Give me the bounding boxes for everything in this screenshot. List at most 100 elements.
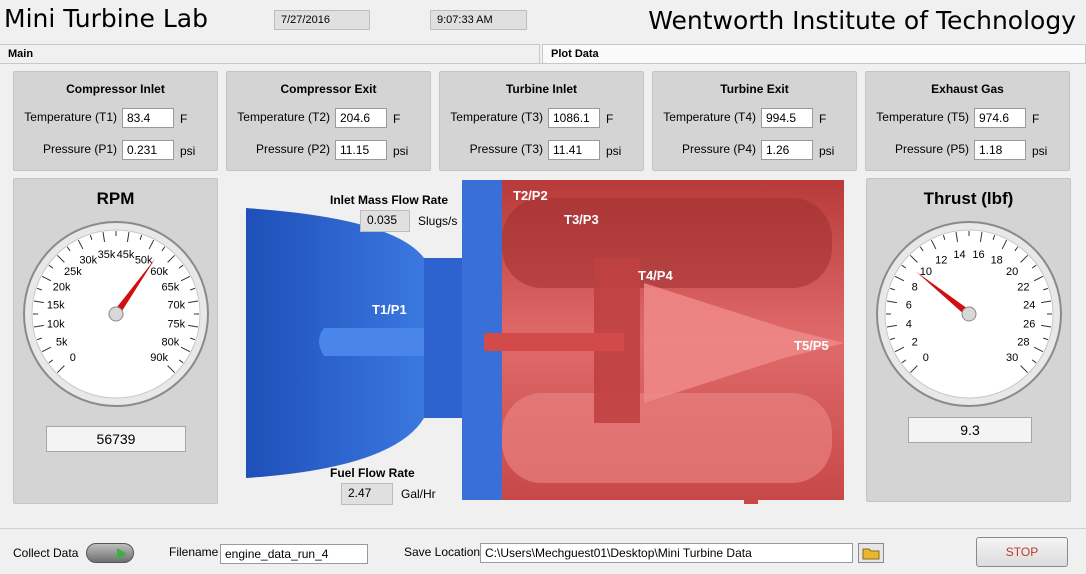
thrust-gauge: 024681012 14 16 18202224262830: [876, 221, 1062, 407]
rpm-tick-label: 75k: [167, 319, 185, 331]
rpm-tick-label: 65k: [161, 281, 179, 293]
thrust-tick-label: 14: [953, 249, 965, 261]
engine-cutaway-diagram: [246, 180, 844, 504]
pressure-unit: psi: [1032, 144, 1048, 158]
app-title: Mini Turbine Lab: [4, 4, 208, 33]
thrust-tick-label: 4: [906, 319, 912, 331]
inlet-nose: [319, 328, 424, 356]
pressure-unit: psi: [180, 144, 196, 158]
thrust-readout: 9.3: [908, 417, 1032, 443]
rpm-tick-label: 80k: [161, 337, 179, 349]
rpm-tick-label: 90k: [150, 352, 168, 364]
rpm-gauge: 05k10k15k20k25k30k 35k 45k 50k60k65k70k75k8…: [23, 221, 209, 407]
tab-main[interactable]: Main: [0, 44, 540, 64]
filename-label: Filename: [169, 545, 219, 559]
date-display: 7/27/2016: [274, 10, 370, 30]
thrust-tick-label: 0: [923, 352, 929, 364]
thrust-tick-label: 22: [1017, 281, 1029, 293]
station-label-5: T5/P5: [794, 338, 829, 353]
inlet-mass-flow-value: 0.035: [360, 210, 410, 232]
thrust-tick-label: 20: [1006, 266, 1018, 278]
rpm-tick-label: 5k: [56, 337, 68, 349]
mount-post: [744, 496, 758, 504]
sensor-panel-1: Compressor Inlet Temperature (T1) 83.4 F Pre…: [13, 71, 218, 171]
thrust-tick-label: 12: [935, 255, 947, 267]
pressure-label: Pressure (T3): [469, 142, 543, 156]
temperature-value: 83.4: [122, 108, 174, 128]
temperature-label: Temperature (T1): [24, 110, 117, 124]
thrust-tick-label: 30: [1006, 352, 1018, 364]
combustor-lower: [502, 393, 832, 483]
pressure-label: Pressure (P1): [42, 142, 117, 156]
pressure-value: 1.26: [761, 140, 813, 160]
pressure-unit: psi: [819, 144, 835, 158]
sensor-title: Turbine Exit: [720, 82, 789, 96]
thrust-tick-label: 18: [991, 255, 1003, 267]
temperature-value: 204.6: [335, 108, 387, 128]
collect-data-toggle[interactable]: [86, 543, 134, 563]
pressure-label: Pressure (P2): [255, 142, 330, 156]
rpm-tick-label: 20k: [53, 281, 71, 293]
collect-data-label: Collect Data: [13, 546, 79, 560]
time-display: 9:07:33 AM: [430, 10, 527, 30]
thrust-tick-label: 6: [906, 299, 912, 311]
browse-button[interactable]: [858, 543, 884, 563]
thrust-tick-label: 2: [912, 337, 918, 349]
temperature-label: Temperature (T2): [237, 110, 330, 124]
temperature-label: Temperature (T4): [663, 110, 756, 124]
pressure-value: 1.18: [974, 140, 1026, 160]
thrust-hub: [961, 306, 977, 322]
filename-input[interactable]: engine_data_run_4: [220, 544, 368, 564]
thrust-tick-label: 26: [1023, 319, 1035, 331]
tab-plot-data[interactable]: Plot Data: [542, 44, 1086, 64]
tab-divider: [0, 63, 1086, 64]
sensor-panel-2: Compressor Exit Temperature (T2) 204.6 F Pre…: [226, 71, 431, 171]
sensor-title: Turbine Inlet: [505, 82, 578, 96]
rpm-hub: [108, 306, 124, 322]
station-label-2: T2/P2: [513, 188, 548, 203]
sensor-title: Exhaust Gas: [931, 82, 1004, 96]
temperature-unit: F: [1032, 112, 1040, 126]
save-location-input[interactable]: C:\Users\Mechguest01\Desktop\Mini Turbin…: [480, 543, 853, 563]
sensor-title: Compressor Inlet: [66, 82, 165, 96]
thrust-tick-label: 8: [912, 281, 918, 293]
temperature-label: Temperature (T3): [450, 110, 543, 124]
pressure-value: 11.15: [335, 140, 387, 160]
fuel-flow-unit: Gal/Hr: [401, 487, 436, 501]
temperature-unit: F: [180, 112, 188, 126]
bottom-toolbar: Collect Data Filename engine_data_run_4 …: [0, 528, 1086, 574]
rpm-readout: 56739: [46, 426, 186, 452]
temperature-unit: F: [393, 112, 401, 126]
folder-icon: [862, 548, 880, 560]
rpm-title: RPM: [96, 189, 135, 208]
thrust-tick-label: 24: [1023, 299, 1035, 311]
sensor-panel-3: Turbine Inlet Temperature (T3) 1086.1 F Pres…: [439, 71, 644, 171]
rpm-tick-label: 70k: [167, 299, 185, 311]
rpm-tick-label: 30k: [79, 255, 97, 267]
pressure-value: 0.231: [122, 140, 174, 160]
save-location-label: Save Location: [404, 545, 481, 559]
rpm-tick-label: 45k: [117, 249, 135, 261]
thrust-panel: Thrust (lbf) 0 2 4 6 8 10 12 14 16 18 20 22 24 26 28 30…: [866, 178, 1071, 502]
temperature-unit: F: [819, 112, 827, 126]
shaft: [484, 333, 624, 351]
rpm-tick-label: 0: [70, 352, 76, 364]
inlet-mass-flow-label: Inlet Mass Flow Rate: [330, 193, 449, 207]
fuel-flow-label: Fuel Flow Rate: [330, 466, 415, 480]
inlet-mass-flow-unit: Slugs/s: [418, 214, 458, 228]
rpm-tick-label: 60k: [150, 266, 168, 278]
org-title: Wentworth Institute of Technology: [648, 6, 1076, 35]
thrust-tick-label: 28: [1017, 337, 1029, 349]
station-label-4: T4/P4: [638, 268, 673, 283]
pressure-unit: psi: [393, 144, 409, 158]
rpm-panel: RPM 0 5k 10k 15k 20k 25k 30k 35k 45k 50k 60k 65k 70k…: [13, 178, 218, 504]
temperature-value: 994.5: [761, 108, 813, 128]
station-label-1: T1/P1: [372, 302, 407, 317]
stop-button[interactable]: STOP: [976, 537, 1068, 567]
temperature-value: 1086.1: [548, 108, 600, 128]
rpm-tick-label: 25k: [64, 266, 82, 278]
pressure-value: 11.41: [548, 140, 600, 160]
rpm-tick-label: 15k: [47, 299, 65, 311]
thrust-title: Thrust (lbf): [923, 189, 1014, 208]
temperature-unit: F: [606, 112, 614, 126]
